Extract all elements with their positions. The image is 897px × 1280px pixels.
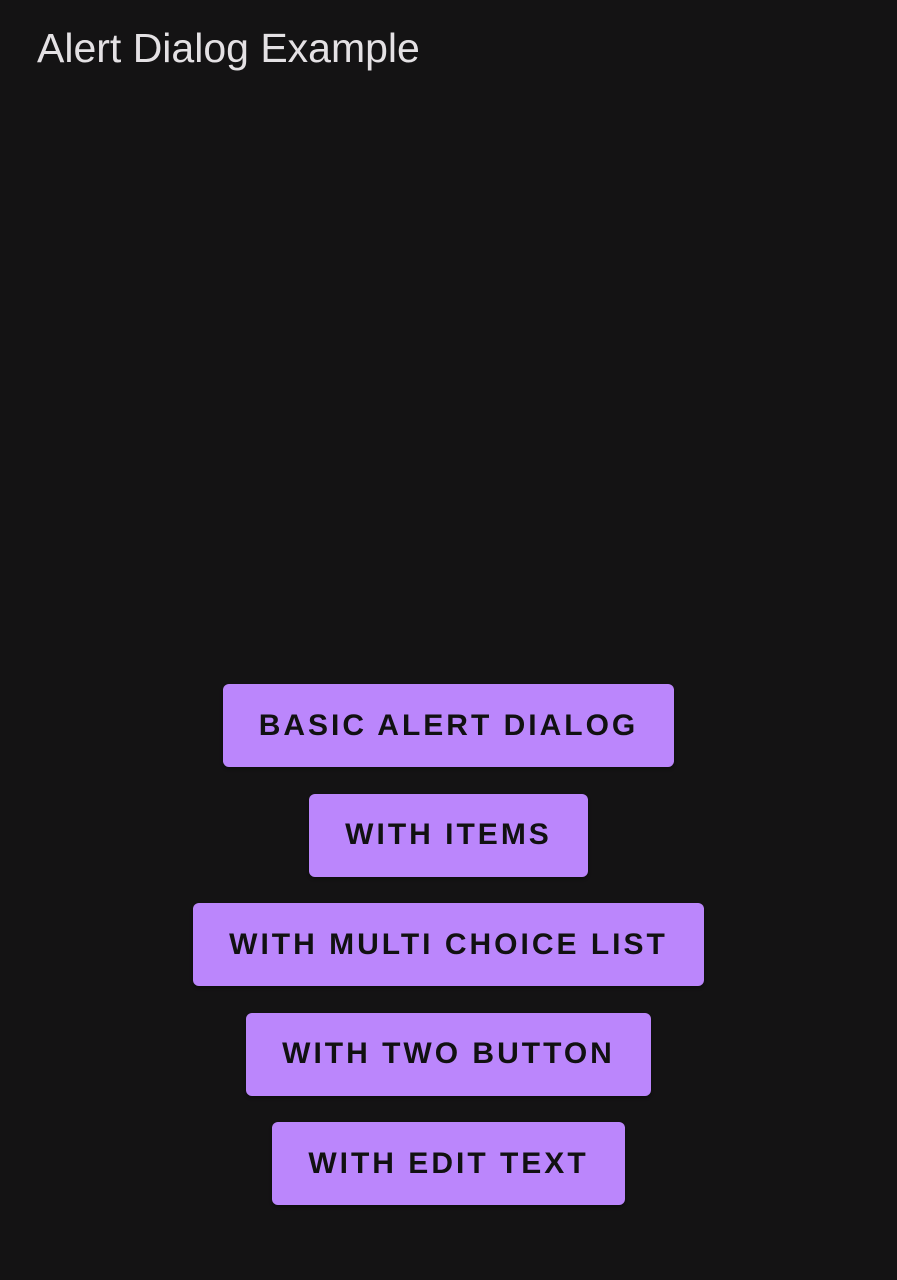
app-bar: Alert Dialog Example [0,0,897,96]
with-edit-text-button[interactable]: WITH EDIT TEXT [272,1122,625,1205]
app-title: Alert Dialog Example [37,25,420,71]
with-items-button[interactable]: WITH ITEMS [309,793,588,877]
basic-alert-dialog-button[interactable]: BASIC ALERT DIALOG [222,684,675,767]
with-multi-choice-list-button[interactable]: WITH MULTI CHOICE LIST [193,903,704,986]
button-stack: BASIC ALERT DIALOG WITH ITEMS WITH MULTI… [0,684,897,1205]
with-two-button-button[interactable]: WITH TWO BUTTON [246,1012,651,1096]
